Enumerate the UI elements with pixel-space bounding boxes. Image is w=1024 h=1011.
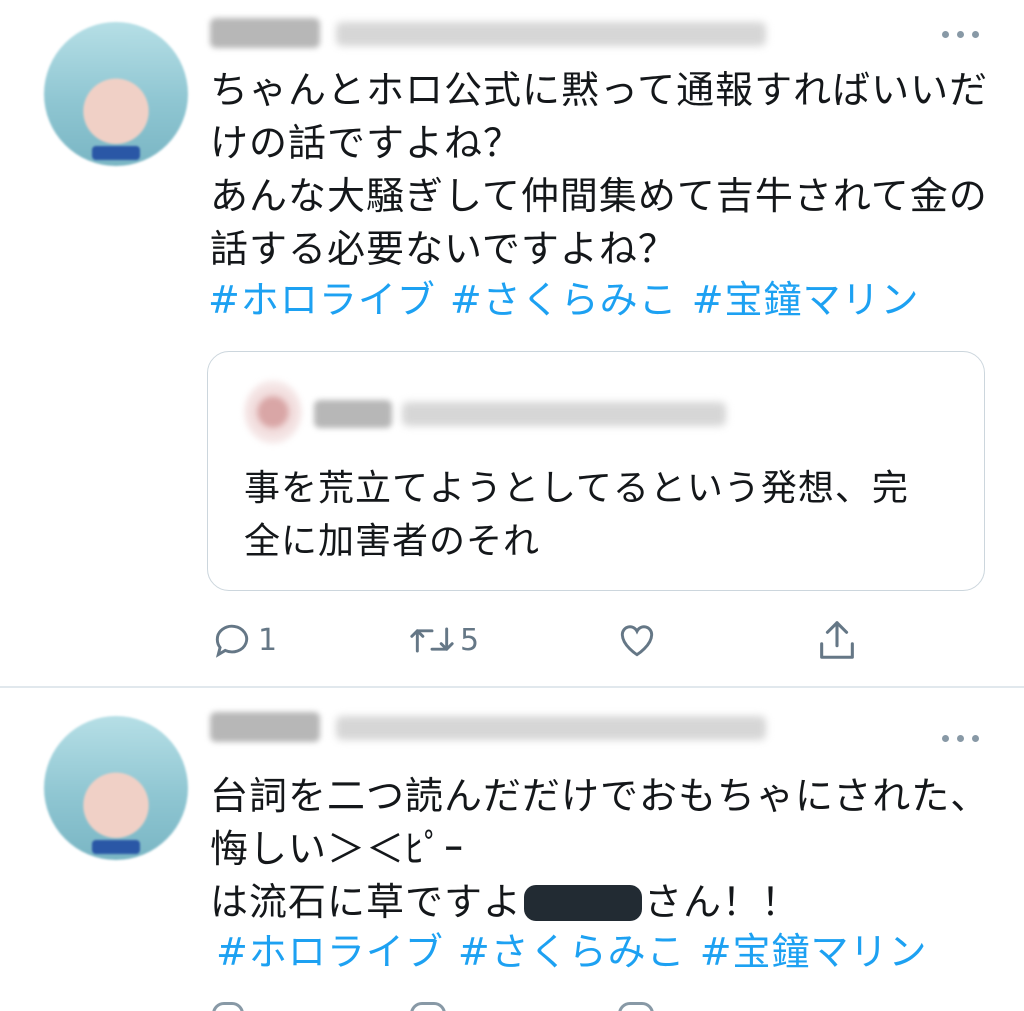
author-handle — [336, 22, 766, 46]
tweet-text-line: は流石に草ですよ さん！！ — [210, 876, 989, 929]
author-handle — [336, 716, 766, 740]
author-name[interactable] — [210, 18, 320, 48]
quoted-tweet[interactable]: 事を荒立てようとしてるという発想、完 全に加害者のそれ — [207, 351, 985, 591]
hashtag-list: #ホロライブ #さくらみこ #宝鐘マリン — [208, 274, 934, 327]
reply-button[interactable]: 1 — [210, 612, 277, 668]
tweet-text-line: 台詞を二つ読んだだけでおもちゃにされた、 — [210, 774, 990, 818]
action-bar: 1 5 — [210, 612, 910, 668]
reply-count: 1 — [258, 622, 278, 658]
action-bar-partial — [210, 998, 910, 1011]
hashtag-link[interactable]: #宝鐘マリン — [700, 930, 928, 974]
avatar[interactable] — [44, 22, 188, 166]
heart-icon — [620, 625, 654, 657]
hashtag-link[interactable]: #ホロライブ — [208, 278, 436, 322]
tweet-text: ちゃんとホロ公式に黙って通報すればいいだ けの話ですよね？ あんな大騒ぎして仲間… — [210, 64, 988, 276]
reply-icon — [215, 624, 249, 658]
share-button[interactable] — [814, 612, 864, 668]
more-options-icon[interactable] — [942, 28, 982, 40]
avatar[interactable] — [44, 716, 188, 860]
reply-icon[interactable] — [212, 1002, 244, 1011]
retweet-icon[interactable] — [410, 1002, 446, 1011]
redaction-bar — [524, 885, 643, 921]
retweet-button[interactable]: 5 — [408, 612, 479, 668]
quoted-text-line: 全に加害者のそれ — [244, 521, 541, 562]
more-options-icon[interactable] — [942, 732, 982, 744]
author-name[interactable] — [210, 712, 320, 742]
hashtag-link[interactable]: #宝鐘マリン — [692, 278, 920, 322]
quoted-avatar — [244, 380, 302, 444]
like-button[interactable] — [614, 612, 664, 668]
tweet-text: 台詞を二つ読んだだけでおもちゃにされた、 悔しい＞＜ﾋﾟｰ は流石に草ですよ さん… — [210, 770, 989, 929]
hashtag-link[interactable]: #さくらみこ — [458, 930, 686, 974]
tweet-text-line: ちゃんとホロ公式に黙って通報すればいいだ — [210, 68, 989, 112]
quoted-author-handle — [402, 402, 726, 426]
hashtag-link[interactable]: #さくらみこ — [450, 278, 678, 322]
tweet-text-line: あんな大騒ぎして仲間集めて吉牛されて金の — [210, 174, 988, 218]
tweet-text-line: 話する必要ないですよね？ — [210, 227, 677, 271]
hashtag-list: #ホロライブ #さくらみこ #宝鐘マリン — [216, 926, 942, 979]
quoted-text-line: 事を荒立てようとしてるという発想、完 — [244, 468, 909, 509]
quoted-author-name — [314, 400, 392, 428]
tweet-text-line: 悔しい＞＜ﾋﾟｰ — [210, 827, 465, 871]
hashtag-link[interactable]: #ホロライブ — [216, 930, 444, 974]
retweet-count: 5 — [460, 622, 480, 658]
heart-icon[interactable] — [618, 1002, 654, 1011]
retweet-icon — [410, 627, 454, 653]
tweet[interactable]: 台詞を二つ読んだだけでおもちゃにされた、 悔しい＞＜ﾋﾟｰ は流石に草ですよ さん… — [0, 688, 1024, 1011]
share-icon — [820, 621, 854, 659]
tweet-text-segment: は流石に草ですよ — [210, 880, 523, 924]
quoted-text: 事を荒立てようとしてるという発想、完 全に加害者のそれ — [244, 462, 909, 568]
tweet-text-line: けの話ですよね？ — [210, 121, 523, 165]
tweet-text-segment: さん！！ — [644, 880, 801, 924]
tweet[interactable]: ちゃんとホロ公式に黙って通報すればいいだ けの話ですよね？ あんな大騒ぎして仲間… — [0, 0, 1024, 686]
